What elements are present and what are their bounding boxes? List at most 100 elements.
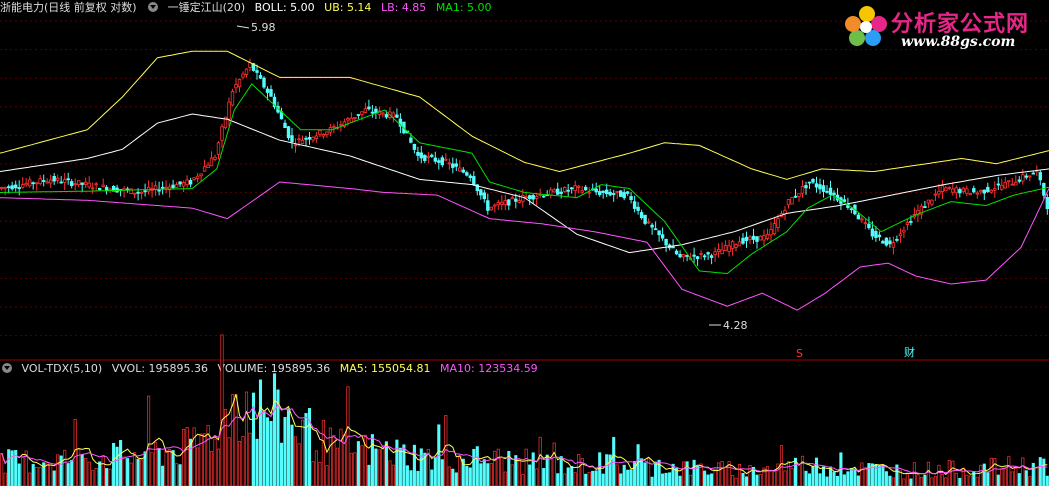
volume-bar xyxy=(28,472,32,486)
volume-bar xyxy=(147,395,151,486)
candle-body xyxy=(206,164,210,169)
candle-body xyxy=(73,183,77,186)
volume-bar xyxy=(70,459,74,486)
candle-body xyxy=(639,212,644,219)
candle-body xyxy=(59,181,63,184)
candle-body xyxy=(416,151,420,156)
candle-body xyxy=(681,254,686,258)
volume-bar xyxy=(888,475,892,486)
volume-bar xyxy=(66,463,70,486)
volume-bar xyxy=(814,457,819,486)
volume-bar xyxy=(49,464,53,486)
candle-body xyxy=(622,192,626,199)
volume-bar xyxy=(804,470,808,486)
volume-bar xyxy=(734,477,738,486)
volume-bar xyxy=(189,438,193,486)
candle-body xyxy=(993,188,997,191)
candle-body xyxy=(671,246,675,249)
candle-body xyxy=(293,144,298,147)
candle-body xyxy=(325,131,329,135)
volume-bar xyxy=(283,417,287,486)
volume-bar xyxy=(696,465,700,486)
volume-bar xyxy=(223,408,228,486)
candle-body xyxy=(465,172,469,176)
candle-body xyxy=(758,235,763,241)
boll-line xyxy=(0,113,1049,254)
volume-bar xyxy=(161,465,165,486)
volume-bar xyxy=(391,464,395,486)
candle-body xyxy=(860,218,864,221)
volume-bar xyxy=(755,474,759,486)
volume-bar xyxy=(101,454,105,486)
volume-bar xyxy=(196,447,200,486)
volume-bar xyxy=(552,442,556,486)
candle-body xyxy=(531,194,535,200)
volume-bar xyxy=(454,472,458,486)
volume-bar xyxy=(433,456,437,486)
candle-body xyxy=(646,221,651,224)
candle-body xyxy=(181,181,186,187)
candle-body xyxy=(1028,175,1032,178)
high-price-marker xyxy=(236,25,250,29)
volume-bar xyxy=(468,467,472,486)
volume-bar xyxy=(398,447,402,486)
volume-bar xyxy=(993,458,997,486)
candle-body xyxy=(1045,196,1049,209)
volume-bar xyxy=(881,464,885,486)
candle-body xyxy=(909,220,913,223)
ub-line xyxy=(0,50,1049,180)
candle-body xyxy=(185,179,189,185)
candle-body xyxy=(1007,180,1011,183)
candle-body xyxy=(237,79,242,88)
volume-bar xyxy=(947,460,951,486)
candle-body xyxy=(297,138,301,141)
candle-body xyxy=(1010,183,1014,186)
volume-bar xyxy=(521,474,525,486)
candle-body xyxy=(643,214,647,224)
candle-body xyxy=(982,189,986,194)
candle-body xyxy=(500,201,504,205)
volume-bar xyxy=(140,459,144,486)
candle-body xyxy=(814,183,819,188)
volume-bar xyxy=(7,449,11,486)
volume-bar xyxy=(692,459,696,486)
candle-body xyxy=(601,190,605,193)
volume-bar xyxy=(664,472,668,486)
volume-bar xyxy=(409,470,413,486)
volume-bar xyxy=(244,391,249,486)
candle-body xyxy=(321,133,326,137)
candle-body xyxy=(489,206,493,211)
candle-body xyxy=(1003,181,1007,189)
candle-body xyxy=(339,123,343,126)
candle-body xyxy=(381,112,385,115)
volume-bar xyxy=(1017,473,1021,486)
volume-bar xyxy=(493,450,497,486)
candle-body xyxy=(772,223,777,235)
candle-body xyxy=(563,187,567,192)
volume-bar xyxy=(601,473,605,486)
volume-bar xyxy=(1031,462,1035,486)
candle-body xyxy=(188,180,193,185)
volume-bar xyxy=(258,379,263,486)
candle-body xyxy=(797,193,801,197)
candle-body xyxy=(940,185,945,192)
candle-body xyxy=(573,185,577,191)
candle-body xyxy=(213,156,217,160)
candle-body xyxy=(31,182,35,185)
candle-body xyxy=(391,112,396,118)
volume-bar xyxy=(650,476,654,486)
candle-body xyxy=(954,187,958,194)
price-chart[interactable]: 5.98 4.28 S 财 xyxy=(0,0,1049,486)
volume-bar xyxy=(255,438,259,486)
candle-body xyxy=(608,191,612,196)
candle-body xyxy=(930,199,934,205)
volume-bar xyxy=(489,463,493,486)
volume-bar xyxy=(115,446,119,486)
candle-body xyxy=(426,156,430,159)
candle-body xyxy=(751,235,756,240)
high-price-label: 5.98 xyxy=(251,21,276,34)
candle-body xyxy=(409,137,413,143)
volume-bar xyxy=(923,474,927,486)
volume-bar xyxy=(982,463,986,486)
candle-body xyxy=(178,181,182,185)
